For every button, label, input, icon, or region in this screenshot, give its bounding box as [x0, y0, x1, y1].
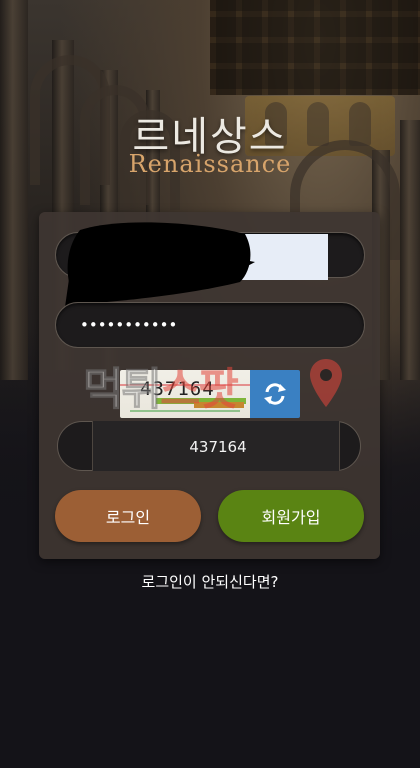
redaction-scribble: [65, 222, 255, 307]
login-button[interactable]: 로그인: [55, 490, 201, 542]
captcha-box: 437164: [120, 370, 300, 418]
password-input[interactable]: [56, 303, 364, 347]
refresh-icon: [264, 383, 286, 405]
captcha-input-wrapper[interactable]: [92, 421, 343, 473]
password-field[interactable]: [55, 302, 365, 348]
captcha-image: 437164: [120, 370, 250, 418]
signup-button[interactable]: 회원가입: [218, 490, 364, 542]
login-help-link[interactable]: 로그인이 안되신다면?: [0, 571, 420, 592]
captcha-refresh-button[interactable]: [250, 370, 300, 418]
logo-english: Renaissance: [128, 150, 292, 178]
captcha-code: 437164: [140, 378, 215, 400]
captcha-input[interactable]: [93, 421, 343, 473]
